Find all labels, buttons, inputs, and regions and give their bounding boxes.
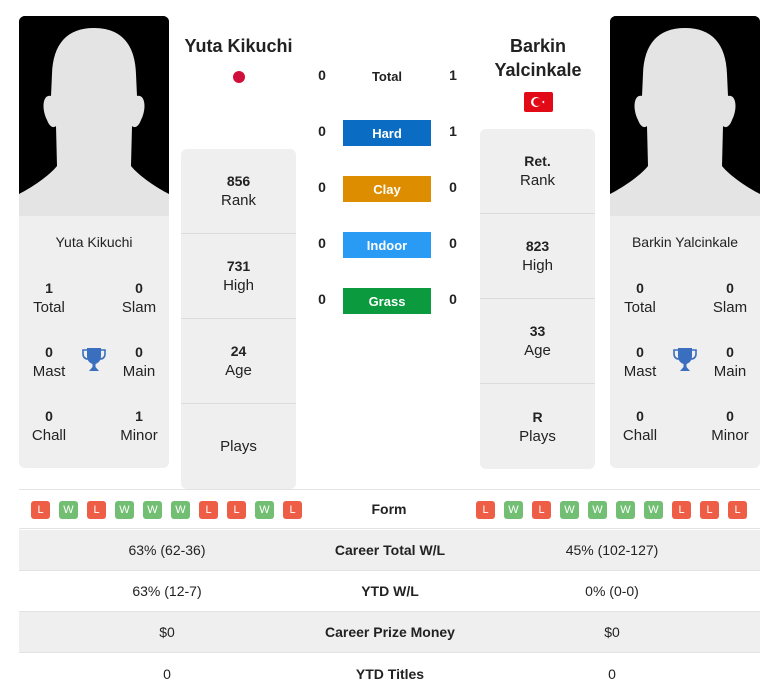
player2-age: 33 Age [480, 299, 595, 384]
trophy-icon [673, 347, 697, 373]
player2-form: LWLWWWWLLL [476, 501, 747, 519]
win-badge[interactable]: W [171, 501, 190, 519]
player1-form: LWLWWWLLWL [31, 501, 302, 519]
loss-badge[interactable]: L [700, 501, 719, 519]
h2h-grass-p1: 0 [318, 291, 326, 307]
player2-plays: R Plays [519, 408, 556, 445]
h2h-indoor-p1: 0 [318, 235, 326, 251]
h2h-clay-p2: 0 [449, 179, 457, 195]
trophy-icon [82, 347, 106, 373]
player2-value: 45% (102-127) [565, 542, 659, 558]
player1-mast-titles: 0 Mast [32, 344, 66, 380]
loss-badge[interactable]: L [199, 501, 218, 519]
loss-badge[interactable]: L [532, 501, 551, 519]
player2-chall-titles: 0 Chall [622, 408, 658, 444]
player1-value: 63% (62-36) [128, 542, 206, 558]
loss-badge[interactable]: L [283, 501, 302, 519]
avatar-silhouette-icon [610, 16, 760, 216]
surface-clay[interactable]: Clay [343, 176, 431, 202]
win-badge[interactable]: W [588, 501, 607, 519]
player1-plays: Plays [220, 437, 257, 455]
row-label: Career Total W/L [334, 542, 446, 558]
loss-badge[interactable]: L [672, 501, 691, 519]
player1-main-titles: 0 Main [122, 344, 156, 380]
japan-flag-icon [233, 71, 245, 83]
table-row: 0 YTD Titles 0 [19, 653, 760, 694]
form-row: LWLWWWLLWL Form LWLWWWWLLL [19, 489, 760, 529]
player2-rank: Ret. Rank [480, 129, 595, 214]
player2-card-name: Barkin Yalcinkale [631, 234, 739, 250]
row-label: Career Prize Money [325, 624, 455, 640]
h2h-total-label: Total [371, 69, 403, 84]
win-badge[interactable]: W [560, 501, 579, 519]
table-row: 63% (62-36) Career Total W/L 45% (102-12… [19, 530, 760, 571]
player2-mast-titles: 0 Mast [623, 344, 657, 380]
win-badge[interactable]: W [255, 501, 274, 519]
player2-value: 0% (0-0) [585, 583, 639, 599]
loss-badge[interactable]: L [227, 501, 246, 519]
loss-badge[interactable]: L [31, 501, 50, 519]
player1-high: 731 High [181, 234, 296, 319]
row-label: YTD Titles [355, 665, 425, 682]
player1-value: 0 [163, 665, 171, 682]
h2h-clay-p1: 0 [318, 179, 326, 195]
table-row: $0 Career Prize Money $0 [19, 612, 760, 653]
player2-name[interactable]: Barkin Yalcinkale [476, 34, 600, 82]
h2h-total-p1: 0 [318, 67, 326, 83]
h2h-hard-p2: 1 [449, 123, 457, 139]
h2h-grass-p2: 0 [449, 291, 457, 307]
form-label: Form [371, 501, 407, 517]
player2-minor-titles: 0 Minor [711, 408, 749, 444]
h2h-indoor-p2: 0 [449, 235, 457, 251]
win-badge[interactable]: W [59, 501, 78, 519]
player2-value: 0 [608, 665, 616, 682]
player2-slam-titles: 0 Slam [712, 280, 748, 316]
player1-minor-titles: 1 Minor [120, 408, 158, 444]
player1-rank: 856 Rank [181, 149, 296, 234]
player1-total-titles: 1 Total [33, 280, 65, 316]
player1-photo [19, 16, 169, 216]
h2h-total-p2: 1 [449, 67, 457, 83]
turkey-flag-icon [524, 92, 553, 112]
win-badge[interactable]: W [504, 501, 523, 519]
row-label: YTD W/L [361, 583, 419, 599]
h2h-hard-p1: 0 [318, 123, 326, 139]
player2-value: $0 [604, 624, 620, 640]
player2-main-titles: 0 Main [713, 344, 747, 380]
win-badge[interactable]: W [616, 501, 635, 519]
player1-name[interactable]: Yuta Kikuchi [176, 34, 301, 58]
win-badge[interactable]: W [644, 501, 663, 519]
loss-badge[interactable]: L [728, 501, 747, 519]
surface-grass[interactable]: Grass [343, 288, 431, 314]
player2-info-box: Ret. Rank 823 High 33 Age R Plays [480, 129, 595, 469]
loss-badge[interactable]: L [87, 501, 106, 519]
loss-badge[interactable]: L [476, 501, 495, 519]
surface-indoor[interactable]: Indoor [343, 232, 431, 258]
player1-value: $0 [159, 624, 175, 640]
avatar-silhouette-icon [19, 16, 169, 216]
player1-chall-titles: 0 Chall [31, 408, 67, 444]
player1-value: 63% (12-7) [132, 583, 202, 599]
player1-info-box: 856 Rank 731 High 24 Age Plays [181, 149, 296, 489]
player2-total-titles: 0 Total [624, 280, 656, 316]
win-badge[interactable]: W [143, 501, 162, 519]
player2-photo [610, 16, 760, 216]
table-row: 63% (12-7) YTD W/L 0% (0-0) [19, 571, 760, 612]
player1-slam-titles: 0 Slam [121, 280, 157, 316]
player1-card-name: Yuta Kikuchi [55, 234, 133, 250]
win-badge[interactable]: W [115, 501, 134, 519]
player2-high: 823 High [480, 214, 595, 299]
player1-age: 24 Age [181, 319, 296, 404]
surface-hard[interactable]: Hard [343, 120, 431, 146]
